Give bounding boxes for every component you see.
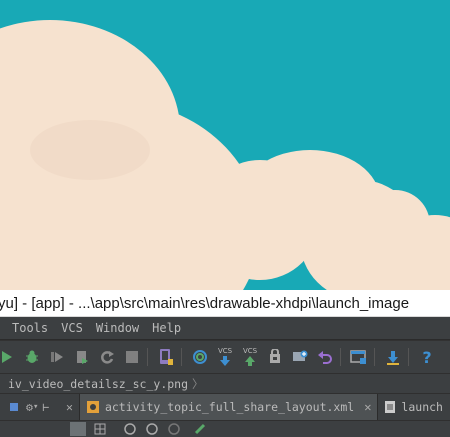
editor-tab-active[interactable]: activity_topic_full_share_layout.xml ✕ [78,394,378,420]
sync-gradle-icon [193,350,207,364]
editor-tab-bar: ⚙ ▾ ⊢ ✕ activity_topic_full_share_layout… [0,393,450,420]
menu-tools[interactable]: Tools [12,321,48,335]
project-structure-icon [350,350,366,364]
window-title: yu] - [app] - ...\app\src\main\res\drawa… [0,294,410,312]
cloud-shade [30,120,150,180]
hide-panel-icon[interactable]: ⊢ [42,400,49,414]
avd-manager-button[interactable] [155,346,177,368]
vcs-history-icon [270,349,280,363]
vcs-commit-button[interactable]: VCS [239,346,261,368]
chessboard-icon[interactable] [70,422,86,436]
close-icon[interactable]: ✕ [364,400,371,414]
chevron-down-icon[interactable]: ▾ [33,402,38,412]
stop-button[interactable] [121,346,143,368]
toolbar-separator [181,348,182,366]
navigation-bar: iv_video_detailsz_sc_y.png 〉 [0,373,450,393]
zoom-in-icon[interactable] [122,422,138,436]
menu-window[interactable]: Window [96,321,139,335]
coverage-icon [77,351,88,364]
chevron-right-icon: 〉 [192,376,204,391]
attach-debugger-icon [51,352,63,362]
image-editor-toolbar [0,420,450,437]
rerun-icon [101,351,114,364]
actual-size-icon[interactable] [166,422,182,436]
toolbar-separator [340,348,341,366]
toolbar-separator [147,348,148,366]
vcs-compare-icon [293,350,308,361]
color-picker-icon[interactable] [192,422,208,436]
debug-icon [26,350,38,363]
vcs-update-label: VCS [217,346,233,355]
zoom-out-icon[interactable] [144,422,160,436]
avd-manager-icon [160,349,173,365]
menu-help[interactable]: Help [152,321,181,335]
vcs-update-icon [220,355,230,366]
stop-icon [126,351,138,363]
debug-button[interactable] [21,346,43,368]
editor-tab-label: activity_topic_full_share_layout.xml [104,400,355,414]
rerun-button[interactable] [96,346,118,368]
vcs-update-button[interactable]: VCS [214,346,236,368]
main-toolbar: VCS VCS ? [0,340,450,373]
toolbar-separator [374,348,375,366]
vcs-commit-label: VCS [242,346,258,355]
close-icon[interactable]: ✕ [66,400,73,414]
editor-tab-label: launch [401,400,443,414]
project-structure-button[interactable] [348,346,370,368]
vcs-history-button[interactable] [264,346,286,368]
help-button[interactable]: ? [416,346,438,368]
sdk-manager-icon [387,351,399,365]
collapse-panel-icon[interactable] [8,401,20,413]
sdk-manager-button[interactable] [382,346,404,368]
window-title-bar[interactable]: yu] - [app] - ...\app\src\main\res\drawa… [0,290,450,317]
vcs-commit-icon [245,355,255,366]
desktop-wallpaper [0,0,450,290]
toolbar-separator [408,348,409,366]
run-icon [2,351,12,363]
menu-vcs[interactable]: VCS [61,321,83,335]
coverage-button[interactable] [71,346,93,368]
gear-icon[interactable]: ⚙ [26,400,33,414]
vcs-compare-button[interactable] [289,346,311,368]
undo-revert-icon [318,351,332,364]
grid-icon[interactable] [92,422,108,436]
attach-debugger-button[interactable] [46,346,68,368]
help-icon: ? [422,347,432,367]
project-panel-header: ⚙ ▾ ⊢ [0,394,64,420]
sync-gradle-button[interactable] [189,346,211,368]
run-button[interactable] [0,346,18,368]
image-file-icon [385,401,396,413]
undo-revert-button[interactable] [314,346,336,368]
editor-tab-inactive[interactable]: launch [377,394,449,420]
breadcrumb-file[interactable]: iv_video_detailsz_sc_y.png [8,377,188,391]
xml-file-icon [86,401,99,413]
menu-bar: Tools VCS Window Help [0,317,450,339]
